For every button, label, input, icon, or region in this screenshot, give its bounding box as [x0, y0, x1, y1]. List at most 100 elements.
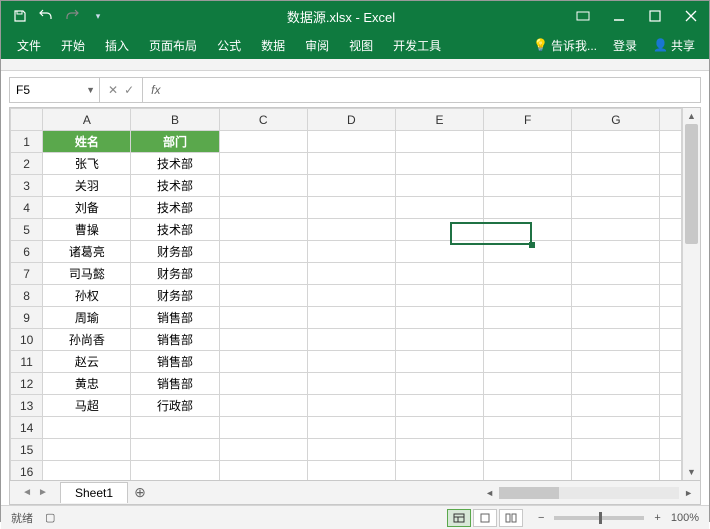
cell-D15[interactable]: [307, 439, 395, 461]
cell-A15[interactable]: [43, 439, 131, 461]
signin-button[interactable]: 登录: [605, 37, 645, 54]
cell-E12[interactable]: [395, 373, 483, 395]
close-icon[interactable]: [673, 1, 709, 31]
share-button[interactable]: 👤共享: [645, 37, 703, 54]
row-header-6[interactable]: 6: [11, 241, 43, 263]
cell-G11[interactable]: [572, 351, 660, 373]
cell-D1[interactable]: [307, 131, 395, 153]
sheet-next-icon[interactable]: ►: [38, 487, 48, 498]
maximize-icon[interactable]: [637, 1, 673, 31]
cell-E4[interactable]: [395, 197, 483, 219]
cell-A16[interactable]: [43, 461, 131, 481]
qat-dropdown-icon[interactable]: ▾: [87, 5, 109, 27]
col-header-F[interactable]: F: [484, 109, 572, 131]
col-header-G[interactable]: G: [572, 109, 660, 131]
cell-E9[interactable]: [395, 307, 483, 329]
row-header-3[interactable]: 3: [11, 175, 43, 197]
scroll-right-icon[interactable]: ►: [681, 488, 696, 498]
cell-B10[interactable]: 销售部: [131, 329, 219, 351]
cell-E15[interactable]: [395, 439, 483, 461]
cell-C6[interactable]: [219, 241, 307, 263]
cell-E10[interactable]: [395, 329, 483, 351]
tab-home[interactable]: 开始: [51, 31, 95, 59]
cell-B4[interactable]: 技术部: [131, 197, 219, 219]
grid[interactable]: ABCDEFG1姓名部门2张飞技术部3关羽技术部4刘备技术部5曹操技术部6诸葛亮…: [10, 108, 682, 480]
cell-B8[interactable]: 财务部: [131, 285, 219, 307]
cell-B13[interactable]: 行政部: [131, 395, 219, 417]
cell-D2[interactable]: [307, 153, 395, 175]
cell-A11[interactable]: 赵云: [43, 351, 131, 373]
col-header-C[interactable]: C: [219, 109, 307, 131]
cell-E8[interactable]: [395, 285, 483, 307]
cell-D5[interactable]: [307, 219, 395, 241]
cell-F1[interactable]: [484, 131, 572, 153]
cell-C5[interactable]: [219, 219, 307, 241]
row-header-2[interactable]: 2: [11, 153, 43, 175]
view-pagelayout-icon[interactable]: [473, 509, 497, 527]
cell-G14[interactable]: [572, 417, 660, 439]
cell-E16[interactable]: [395, 461, 483, 481]
cell-G7[interactable]: [572, 263, 660, 285]
tab-view[interactable]: 视图: [339, 31, 383, 59]
cell-D12[interactable]: [307, 373, 395, 395]
cell-F7[interactable]: [484, 263, 572, 285]
cell-E6[interactable]: [395, 241, 483, 263]
save-icon[interactable]: [9, 5, 31, 27]
cell-B7[interactable]: 财务部: [131, 263, 219, 285]
cell-F2[interactable]: [484, 153, 572, 175]
row-header-13[interactable]: 13: [11, 395, 43, 417]
cell-F15[interactable]: [484, 439, 572, 461]
scroll-down-icon[interactable]: ▼: [683, 464, 700, 480]
tell-me[interactable]: 💡告诉我...: [525, 37, 605, 54]
undo-icon[interactable]: [35, 5, 57, 27]
cell-F9[interactable]: [484, 307, 572, 329]
cell-A12[interactable]: 黄忠: [43, 373, 131, 395]
cell-B11[interactable]: 销售部: [131, 351, 219, 373]
col-header-A[interactable]: A: [43, 109, 131, 131]
cell-D10[interactable]: [307, 329, 395, 351]
formula-input[interactable]: [168, 78, 700, 102]
row-header-16[interactable]: 16: [11, 461, 43, 481]
cell-F12[interactable]: [484, 373, 572, 395]
cell-G15[interactable]: [572, 439, 660, 461]
cell-A1[interactable]: 姓名: [43, 131, 131, 153]
add-sheet-icon[interactable]: ⊕: [128, 484, 152, 501]
vertical-scrollbar[interactable]: ▲ ▼: [682, 108, 700, 480]
scroll-left-icon[interactable]: ◄: [482, 488, 497, 498]
cell-G3[interactable]: [572, 175, 660, 197]
tab-data[interactable]: 数据: [251, 31, 295, 59]
cell-A7[interactable]: 司马懿: [43, 263, 131, 285]
tab-formulas[interactable]: 公式: [207, 31, 251, 59]
cell-A4[interactable]: 刘备: [43, 197, 131, 219]
cell-B5[interactable]: 技术部: [131, 219, 219, 241]
cell-C12[interactable]: [219, 373, 307, 395]
cell-G2[interactable]: [572, 153, 660, 175]
view-pagebreak-icon[interactable]: [499, 509, 523, 527]
cell-C4[interactable]: [219, 197, 307, 219]
cell-F8[interactable]: [484, 285, 572, 307]
cell-G16[interactable]: [572, 461, 660, 481]
cell-G1[interactable]: [572, 131, 660, 153]
row-header-11[interactable]: 11: [11, 351, 43, 373]
cell-C16[interactable]: [219, 461, 307, 481]
zoom-slider[interactable]: [554, 516, 644, 520]
cell-C7[interactable]: [219, 263, 307, 285]
cell-G10[interactable]: [572, 329, 660, 351]
name-box[interactable]: F5▼: [10, 78, 100, 102]
cell-E13[interactable]: [395, 395, 483, 417]
minimize-icon[interactable]: [601, 1, 637, 31]
cell-B12[interactable]: 销售部: [131, 373, 219, 395]
cell-D16[interactable]: [307, 461, 395, 481]
cell-G5[interactable]: [572, 219, 660, 241]
cell-C14[interactable]: [219, 417, 307, 439]
cell-B16[interactable]: [131, 461, 219, 481]
hscroll-thumb[interactable]: [499, 487, 559, 499]
col-header-E[interactable]: E: [395, 109, 483, 131]
cell-B6[interactable]: 财务部: [131, 241, 219, 263]
cell-A8[interactable]: 孙权: [43, 285, 131, 307]
cell-G9[interactable]: [572, 307, 660, 329]
cell-D4[interactable]: [307, 197, 395, 219]
cell-A2[interactable]: 张飞: [43, 153, 131, 175]
cell-C10[interactable]: [219, 329, 307, 351]
cancel-icon[interactable]: ✕: [108, 83, 118, 97]
